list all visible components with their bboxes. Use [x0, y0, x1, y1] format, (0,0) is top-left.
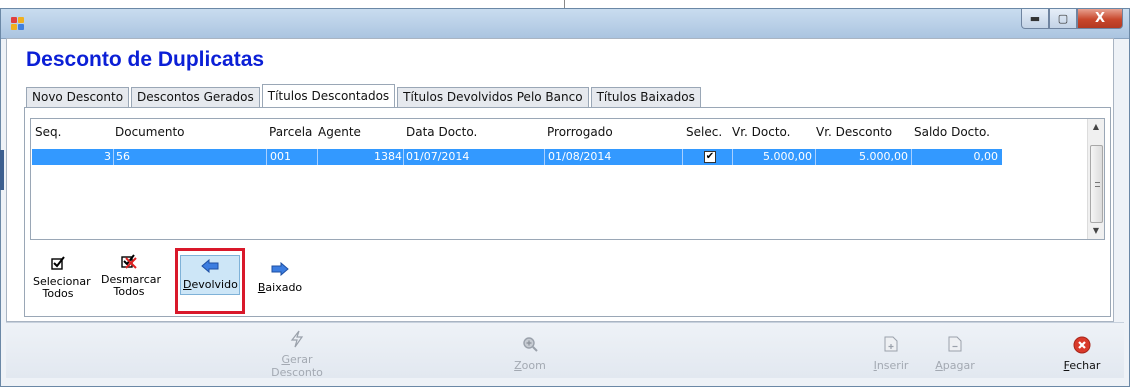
cell-documento: 56: [116, 150, 130, 163]
cell-saldo-docto: 0,00: [973, 150, 999, 163]
scroll-thumb[interactable]: [1090, 145, 1103, 223]
close-window-button[interactable]: X: [1077, 9, 1123, 29]
close-icon: X: [1094, 11, 1106, 26]
apagar-button[interactable]: Apagar: [930, 336, 980, 372]
column-header-vr-desconto[interactable]: Vr. Desconto: [816, 125, 892, 139]
tab-titulos-baixados[interactable]: Títulos Baixados: [590, 87, 701, 107]
column-header-vr-docto[interactable]: Vr. Docto.: [732, 125, 791, 139]
cell-agente: 1384: [374, 150, 402, 163]
window-controls: ▬ ▢ X: [1021, 9, 1123, 31]
cell-seq: 3: [104, 150, 111, 163]
uncheck-icon: [101, 254, 157, 270]
arrow-right-icon: [255, 261, 305, 278]
tab-descontos-gerados[interactable]: Descontos Gerados: [131, 87, 260, 107]
returned-label: evolvido: [191, 278, 238, 291]
zoom-label-accel: Z: [514, 359, 522, 372]
deselect-all-button[interactable]: Desmarcar Todos: [101, 254, 161, 298]
cell-separator: [815, 149, 816, 165]
inserir-button[interactable]: Inserir: [868, 336, 914, 372]
minimize-icon: ▬: [1029, 12, 1041, 25]
titles-grid[interactable]: Seq. Documento Parcela Agente Data Docto…: [30, 118, 1105, 240]
maximize-button[interactable]: ▢: [1049, 9, 1077, 29]
column-header-data-docto[interactable]: Data Docto.: [406, 125, 477, 139]
cell-vr-docto: 5.000,00: [763, 150, 812, 163]
insert-document-icon: [868, 336, 914, 356]
arrow-left-icon: [183, 258, 237, 275]
apagar-label-accel: A: [935, 359, 943, 372]
cell-separator: [682, 149, 683, 165]
tab-novo-desconto[interactable]: Novo Desconto: [26, 87, 130, 107]
gerar-label-2: Desconto: [271, 366, 323, 379]
app-icon: [11, 17, 25, 31]
row-select-checkbox[interactable]: ✔: [704, 151, 716, 163]
divider: [564, 0, 565, 8]
select-all-button[interactable]: Selecionar Todos: [33, 256, 91, 300]
minimize-button[interactable]: ▬: [1021, 9, 1049, 29]
table-row[interactable]: 3 56 001 1384 01/07/2014 01/08/2014 ✔ 5.…: [32, 149, 1002, 165]
lightning-icon: [262, 330, 332, 350]
cell-data-docto: 01/07/2014: [406, 150, 470, 163]
column-header-seq[interactable]: Seq.: [35, 125, 61, 139]
cell-separator: [317, 149, 318, 165]
settled-label: aixado: [265, 281, 303, 294]
column-header-parcela[interactable]: Parcela: [269, 125, 312, 139]
delete-document-icon: [930, 336, 980, 356]
column-header-selec[interactable]: Selec.: [686, 125, 722, 139]
select-all-label-2: Todos: [42, 287, 74, 300]
column-header-agente[interactable]: Agente: [318, 125, 361, 139]
title-bar[interactable]: ▬ ▢ X: [1, 9, 1129, 39]
deselect-all-label-2: Todos: [113, 285, 145, 298]
cell-separator: [911, 149, 912, 165]
cell-separator: [266, 149, 267, 165]
scroll-grip-icon: [1095, 182, 1100, 187]
returned-button-face: Devolvido: [180, 255, 240, 295]
column-header-documento[interactable]: Documento: [115, 125, 185, 139]
returned-button[interactable]: Devolvido: [175, 248, 245, 314]
fechar-label: echar: [1069, 359, 1101, 372]
cell-separator: [732, 149, 733, 165]
settled-button[interactable]: Baixado: [255, 261, 305, 294]
inserir-label: nserir: [876, 359, 909, 372]
tab-strip: Novo Desconto Descontos Gerados Títulos …: [26, 84, 703, 108]
zoom-label: oom: [521, 359, 546, 372]
close-circle-icon: [1057, 336, 1107, 356]
cell-separator: [403, 149, 404, 165]
top-strip: [0, 0, 1130, 8]
cell-separator: [544, 149, 545, 165]
apagar-label: pagar: [942, 359, 975, 372]
tab-titulos-devolvidos[interactable]: Títulos Devolvidos Pelo Banco: [397, 87, 589, 107]
page-title: Desconto de Duplicatas: [26, 48, 265, 71]
gerar-label-accel: G: [281, 353, 290, 366]
cell-prorrogado: 01/08/2014: [548, 150, 612, 163]
column-header-prorrogado[interactable]: Prorrogado: [547, 125, 613, 139]
left-edge-marker: [0, 150, 4, 190]
grid-vertical-scrollbar[interactable]: ▲ ▼: [1087, 119, 1104, 239]
gerar-desconto-button[interactable]: Gerar Desconto: [262, 330, 332, 379]
cell-separator: [113, 149, 114, 165]
scroll-down-icon[interactable]: ▼: [1088, 223, 1104, 239]
fechar-button[interactable]: Fechar: [1057, 336, 1107, 372]
maximize-icon: ▢: [1057, 12, 1069, 25]
cell-vr-desconto: 5.000,00: [859, 150, 908, 163]
check-icon: [33, 256, 83, 272]
tab-titulos-descontados[interactable]: Títulos Descontados: [261, 84, 396, 108]
zoom-button[interactable]: Zoom: [505, 336, 555, 372]
cell-parcela: 001: [270, 150, 291, 163]
scroll-up-icon[interactable]: ▲: [1088, 119, 1104, 135]
column-header-saldo-docto[interactable]: Saldo Docto.: [914, 125, 990, 139]
zoom-icon: [505, 336, 555, 356]
gerar-label-1: erar: [289, 353, 313, 366]
